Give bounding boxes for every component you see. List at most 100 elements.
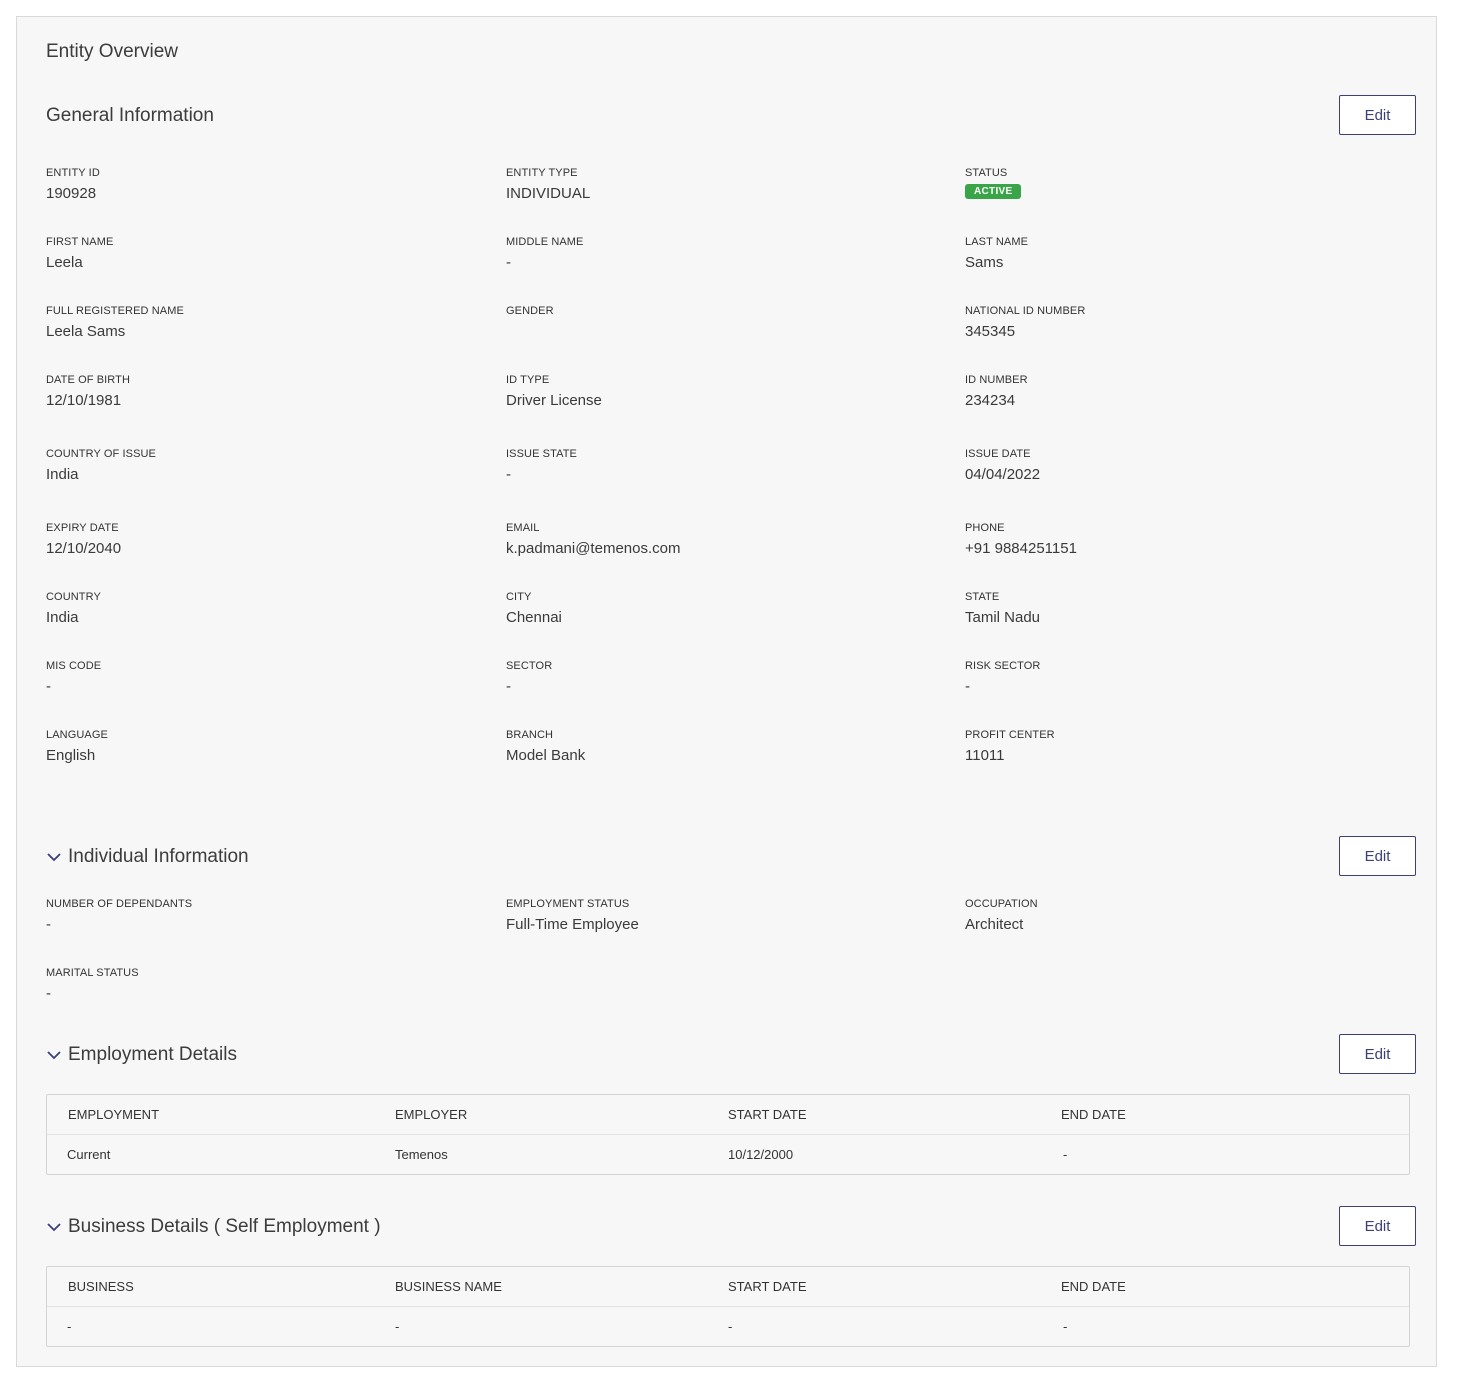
field-city: CITY Chennai: [506, 591, 562, 626]
field-label: ENTITY ID: [46, 167, 100, 179]
field-value: Tamil Nadu: [965, 609, 1041, 626]
field-value: Sams: [965, 254, 1004, 271]
field-value: Chennai: [506, 609, 562, 626]
field-value: -: [46, 678, 51, 695]
column-header: START DATE: [728, 1279, 807, 1294]
field-value: 12/10/1981: [46, 392, 122, 409]
field-label: OCCUPATION: [965, 898, 1038, 910]
field-label: ISSUE DATE: [965, 448, 1031, 460]
business-edit-button[interactable]: Edit: [1339, 1206, 1416, 1246]
field-value: Driver License: [506, 392, 602, 409]
business-table: BUSINESS BUSINESS NAME START DATE END DA…: [46, 1266, 1410, 1347]
table-cell: Current: [67, 1147, 111, 1162]
table-row: - - - -: [47, 1307, 1409, 1346]
chevron-down-icon[interactable]: [46, 1219, 62, 1235]
field-status: STATUS ACTIVE: [965, 167, 1022, 199]
field-label: ISSUE STATE: [506, 448, 577, 460]
table-cell: -: [1063, 1319, 1068, 1334]
field-label: NATIONAL ID NUMBER: [965, 305, 1086, 317]
field-value: 345345: [965, 323, 1016, 340]
field-language: LANGUAGE English: [46, 729, 108, 764]
business-details-title: Business Details ( Self Employment ): [68, 1216, 381, 1237]
field-value: 11011: [965, 747, 1005, 764]
employment-table: EMPLOYMENT EMPLOYER START DATE END DATE …: [46, 1094, 1410, 1175]
employment-details-title: Employment Details: [68, 1044, 237, 1065]
chevron-down-icon[interactable]: [46, 849, 62, 865]
field-employment-status: EMPLOYMENT STATUS Full-Time Employee: [506, 898, 639, 933]
employment-edit-button[interactable]: Edit: [1339, 1034, 1416, 1074]
table-cell: -: [67, 1319, 72, 1334]
table-header-row: BUSINESS BUSINESS NAME START DATE END DA…: [47, 1267, 1409, 1307]
field-value: -: [506, 254, 511, 271]
field-middle-name: MIDDLE NAME -: [506, 236, 584, 271]
page-title: Entity Overview: [46, 41, 178, 62]
field-id-number: ID NUMBER 234234: [965, 374, 1028, 409]
individual-information-header[interactable]: Individual Information: [46, 846, 249, 868]
field-label: MIS CODE: [46, 660, 102, 672]
field-label: STATE: [965, 591, 1000, 603]
field-id-type: ID TYPE Driver License: [506, 374, 602, 409]
field-value: Model Bank: [506, 747, 586, 764]
field-label: MARITAL STATUS: [46, 967, 139, 979]
field-value: English: [46, 747, 96, 764]
field-value: Architect: [965, 916, 1024, 933]
field-label: ID TYPE: [506, 374, 550, 386]
field-label: CITY: [506, 591, 532, 603]
field-value: India: [46, 466, 79, 483]
field-value: Leela Sams: [46, 323, 126, 340]
field-label: ID NUMBER: [965, 374, 1028, 386]
column-header: BUSINESS: [68, 1279, 134, 1294]
column-header: END DATE: [1061, 1279, 1126, 1294]
field-number-of-dependants: NUMBER OF DEPENDANTS -: [46, 898, 192, 933]
field-email: EMAIL k.padmani@temenos.com: [506, 522, 680, 557]
field-value: 190928: [46, 185, 97, 202]
field-value: -: [965, 678, 970, 695]
field-branch: BRANCH Model Bank: [506, 729, 585, 764]
table-cell: -: [728, 1319, 733, 1334]
field-label: RISK SECTOR: [965, 660, 1041, 672]
field-value: -: [46, 985, 51, 1002]
column-header: BUSINESS NAME: [395, 1279, 502, 1294]
field-first-name: FIRST NAME Leela: [46, 236, 113, 271]
column-header: EMPLOYER: [395, 1107, 468, 1122]
field-risk-sector: RISK SECTOR -: [965, 660, 1040, 695]
field-issue-state: ISSUE STATE -: [506, 448, 577, 483]
field-label: PROFIT CENTER: [965, 729, 1055, 741]
field-value: 04/04/2022: [965, 466, 1041, 483]
field-expiry-date: EXPIRY DATE 12/10/2040: [46, 522, 121, 557]
field-national-id-number: NATIONAL ID NUMBER 345345: [965, 305, 1085, 340]
field-country-of-issue: COUNTRY OF ISSUE India: [46, 448, 156, 483]
column-header: END DATE: [1061, 1107, 1126, 1122]
field-profit-center: PROFIT CENTER 11011: [965, 729, 1055, 764]
business-details-header[interactable]: Business Details ( Self Employment ): [46, 1216, 381, 1238]
field-mis-code: MIS CODE -: [46, 660, 101, 695]
field-label: LANGUAGE: [46, 729, 108, 741]
employment-details-header[interactable]: Employment Details: [46, 1044, 237, 1066]
field-label: BRANCH: [506, 729, 554, 741]
table-cell: -: [1063, 1147, 1068, 1162]
field-country: COUNTRY India: [46, 591, 101, 626]
field-label: FIRST NAME: [46, 236, 114, 248]
field-label: EMAIL: [506, 522, 540, 534]
field-value: -: [506, 678, 511, 695]
field-marital-status: MARITAL STATUS -: [46, 967, 139, 1002]
field-value: 12/10/2040: [46, 540, 122, 557]
field-label: LAST NAME: [965, 236, 1029, 248]
field-label: COUNTRY OF ISSUE: [46, 448, 156, 460]
chevron-down-icon[interactable]: [46, 1047, 62, 1063]
column-header: START DATE: [728, 1107, 807, 1122]
field-value: 234234: [965, 392, 1016, 409]
individual-edit-button[interactable]: Edit: [1339, 836, 1416, 876]
field-issue-date: ISSUE DATE 04/04/2022: [965, 448, 1040, 483]
general-edit-button[interactable]: Edit: [1339, 95, 1416, 135]
field-label: EXPIRY DATE: [46, 522, 119, 534]
field-value: Full-Time Employee: [506, 916, 639, 933]
field-label: EMPLOYMENT STATUS: [506, 898, 630, 910]
status-badge: ACTIVE: [965, 184, 1022, 199]
table-cell: -: [395, 1319, 400, 1334]
individual-information-title: Individual Information: [68, 846, 249, 867]
field-value: +91 9884251151: [965, 540, 1077, 557]
field-label: SECTOR: [506, 660, 553, 672]
field-value: k.padmani@temenos.com: [506, 540, 681, 557]
field-value: -: [46, 916, 51, 933]
